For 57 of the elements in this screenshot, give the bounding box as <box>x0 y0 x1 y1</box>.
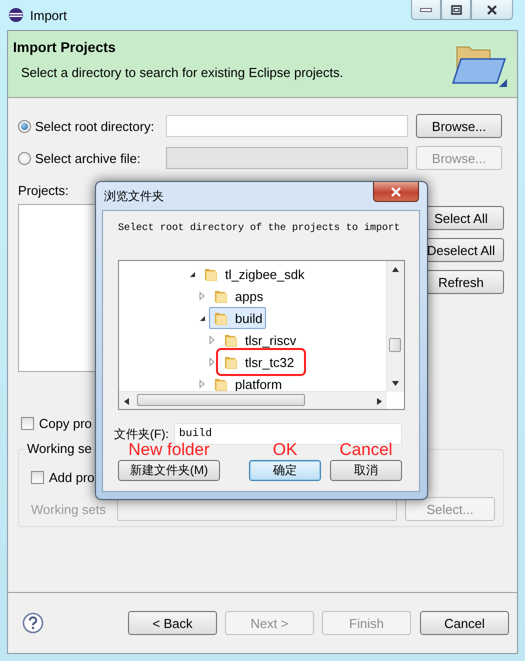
close-button[interactable] <box>373 182 419 202</box>
tree-item[interactable]: apps <box>209 285 268 307</box>
minimize-button[interactable] <box>411 0 441 20</box>
tree-item[interactable]: platform <box>209 373 286 392</box>
scroll-right-icon[interactable] <box>377 398 382 405</box>
tree-item[interactable]: tlsr_tc32 <box>219 351 304 373</box>
dialog-prompt: Select root directory of the projects to import <box>118 223 402 234</box>
dialog-button[interactable]: 确定 <box>249 460 321 481</box>
wizard-button[interactable]: Cancel <box>420 611 509 635</box>
horizontal-scrollbar[interactable] <box>119 391 387 409</box>
folder-icon <box>223 354 239 370</box>
page-description: Select a directory to search for existing Eclipse projects. <box>21 65 344 80</box>
group-title: Working se <box>25 441 94 456</box>
folder-icon <box>213 310 229 326</box>
folder-tree[interactable]: tl_zigbee_sdk apps build tlsr_riscv tlsr_tc32 platform <box>118 260 405 410</box>
scroll-thumb[interactable] <box>389 338 401 352</box>
close-button[interactable] <box>471 0 513 20</box>
path-field[interactable] <box>166 115 408 137</box>
help-icon[interactable] <box>22 612 44 634</box>
browse-button[interactable]: Browse... <box>416 114 502 138</box>
folder-icon <box>213 288 229 304</box>
radio-label: Select root directory: <box>35 118 156 134</box>
vertical-scrollbar[interactable] <box>386 261 404 392</box>
projects-label: Projects: <box>18 183 69 198</box>
app-icon <box>8 7 24 23</box>
folder-label: 文件夹(F): <box>114 426 170 442</box>
folder-icon <box>203 266 219 282</box>
working-sets-label: Working sets <box>31 502 107 516</box>
dialog-button[interactable]: 取消 <box>330 460 402 481</box>
checkbox[interactable] <box>21 417 34 430</box>
scroll-thumb[interactable] <box>137 394 305 406</box>
tree-item[interactable]: tl_zigbee_sdk <box>199 263 308 285</box>
collapsed-arrow-icon[interactable] <box>197 291 207 301</box>
window-title: Import <box>30 8 67 22</box>
scroll-left-icon[interactable] <box>124 398 129 405</box>
close-icon <box>390 186 402 196</box>
scroll-down-icon[interactable] <box>392 381 399 386</box>
minimize-icon <box>420 6 432 12</box>
dialog-title: 浏览文件夹 <box>104 188 164 204</box>
folder-icon <box>213 376 229 392</box>
radio-label: Select archive file: <box>35 150 142 166</box>
collapsed-arrow-icon[interactable] <box>207 335 217 345</box>
checkbox-label: Add pro <box>49 470 95 485</box>
folder-icon <box>223 332 239 348</box>
radio-button[interactable] <box>18 120 31 132</box>
collapsed-arrow-icon[interactable] <box>197 379 207 389</box>
tree-item[interactable]: tlsr_riscv <box>219 329 300 351</box>
scroll-up-icon[interactable] <box>392 267 399 272</box>
dialog-button[interactable]: 新建文件夹(M) <box>118 460 220 481</box>
maximize-button[interactable] <box>441 0 471 20</box>
checkbox-label: Copy pro <box>39 416 92 431</box>
maximize-icon <box>450 4 462 14</box>
page-title: Import Projects <box>13 39 117 55</box>
wizard-button[interactable]: < Back <box>128 611 217 635</box>
collapsed-arrow-icon[interactable] <box>207 357 217 367</box>
tree-item[interactable]: build <box>209 307 266 329</box>
close-icon <box>486 4 498 14</box>
